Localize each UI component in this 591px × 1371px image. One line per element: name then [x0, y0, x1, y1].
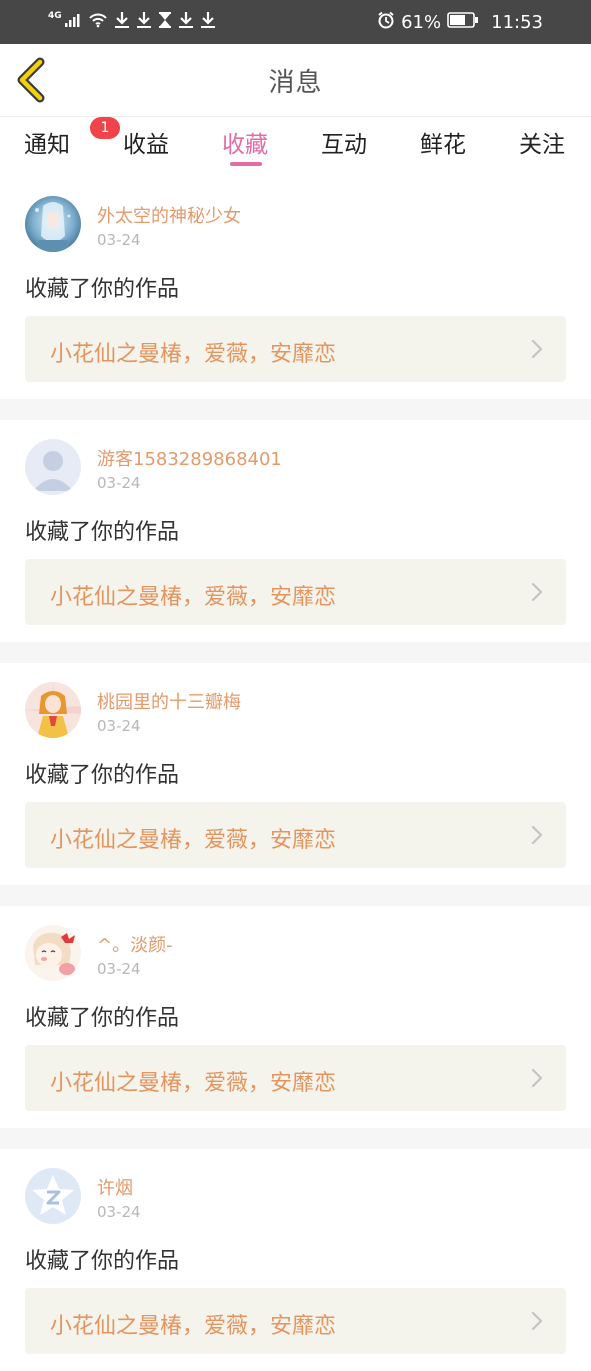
- divider: [0, 642, 591, 663]
- clock-time: 11:53: [491, 11, 543, 33]
- tab-label: 互动: [321, 132, 367, 158]
- favorites-feed: 外太空的神秘少女 03-24 收藏了你的作品 小花仙之曼椿，爱薇，安靡恋 游客1…: [0, 177, 591, 1371]
- tab-flowers[interactable]: 鲜花: [420, 125, 466, 165]
- favorite-date: 03-24: [97, 960, 141, 978]
- alarm-icon: [377, 11, 395, 34]
- tab-interactions[interactable]: 互动: [321, 125, 367, 165]
- tab-label: 关注: [519, 132, 565, 158]
- tab-label: 通知: [24, 132, 70, 158]
- work-link[interactable]: 小花仙之曼椿，爱薇，安靡恋: [25, 559, 566, 625]
- favorite-date: 03-24: [97, 474, 141, 492]
- tab-following[interactable]: 关注: [519, 125, 565, 165]
- action-text: 收藏了你的作品: [25, 763, 180, 788]
- avatar[interactable]: [25, 439, 81, 495]
- download-icon: [114, 11, 130, 33]
- work-link[interactable]: 小花仙之曼椿，爱薇，安靡恋: [25, 316, 566, 382]
- user-name[interactable]: 许烟: [97, 1174, 133, 1200]
- app-header: 消息: [0, 44, 591, 117]
- divider: [0, 1128, 591, 1149]
- work-title: 小花仙之曼椿，爱薇，安靡恋: [50, 1071, 337, 1096]
- work-title: 小花仙之曼椿，爱薇，安靡恋: [50, 585, 337, 610]
- download-icon: [200, 11, 216, 33]
- download-icon: [136, 11, 152, 33]
- status-icons-right: 61% 11:53: [377, 11, 543, 33]
- active-tab-indicator: [230, 162, 262, 166]
- page-title: 消息: [268, 68, 323, 98]
- chevron-right-icon: [530, 338, 544, 360]
- tab-label: 鲜花: [420, 132, 466, 158]
- action-text: 收藏了你的作品: [25, 277, 180, 302]
- chevron-right-icon: [530, 1067, 544, 1089]
- cell-signal-icon: [64, 12, 82, 32]
- hourglass-icon: [158, 11, 172, 33]
- avatar[interactable]: [25, 925, 81, 981]
- action-text: 收藏了你的作品: [25, 1006, 180, 1031]
- download-icon: [178, 11, 194, 33]
- work-title: 小花仙之曼椿，爱薇，安靡恋: [50, 828, 337, 853]
- action-text: 收藏了你的作品: [25, 520, 180, 545]
- action-text: 收藏了你的作品: [25, 1249, 180, 1274]
- wifi-icon: [88, 12, 108, 32]
- status-icons-left: 4G: [48, 11, 216, 33]
- chevron-right-icon: [530, 1310, 544, 1332]
- list-item: ^。淡颜- 03-24 收藏了你的作品 小花仙之曼椿，爱薇，安靡恋: [0, 906, 591, 1128]
- tab-notifications[interactable]: 通知 1: [24, 117, 120, 165]
- user-name[interactable]: 外太空的神秘少女: [97, 202, 241, 228]
- avatar[interactable]: [25, 1168, 81, 1224]
- status-bar: 4G 61% 11:53: [0, 0, 591, 44]
- favorite-date: 03-24: [97, 717, 141, 735]
- list-item: 桃园里的十三瓣梅 03-24 收藏了你的作品 小花仙之曼椿，爱薇，安靡恋: [0, 663, 591, 885]
- tab-earnings[interactable]: 收益: [123, 125, 169, 165]
- work-link[interactable]: 小花仙之曼椿，爱薇，安靡恋: [25, 802, 566, 868]
- list-item: 许烟 03-24 收藏了你的作品 小花仙之曼椿，爱薇，安靡恋: [0, 1149, 591, 1371]
- user-name[interactable]: 游客1583289868401: [97, 445, 282, 471]
- user-name[interactable]: 桃园里的十三瓣梅: [97, 688, 241, 714]
- unread-badge: 1: [90, 117, 120, 139]
- avatar[interactable]: [25, 682, 81, 738]
- battery-percent: 61%: [401, 11, 442, 33]
- list-item: 外太空的神秘少女 03-24 收藏了你的作品 小花仙之曼椿，爱薇，安靡恋: [0, 177, 591, 399]
- network-type-label: 4G: [48, 10, 62, 21]
- tab-bar: 通知 1 收益 收藏 互动 鲜花 关注: [0, 117, 591, 177]
- divider: [0, 399, 591, 420]
- divider: [0, 885, 591, 906]
- battery-icon: [447, 11, 479, 34]
- favorite-date: 03-24: [97, 1203, 141, 1221]
- tab-label: 收藏: [222, 132, 268, 158]
- tab-label: 收益: [123, 132, 169, 158]
- work-link[interactable]: 小花仙之曼椿，爱薇，安靡恋: [25, 1288, 566, 1354]
- favorite-date: 03-24: [97, 231, 141, 249]
- tab-favorites[interactable]: 收藏: [222, 125, 268, 165]
- list-item: 游客1583289868401 03-24 收藏了你的作品 小花仙之曼椿，爱薇，…: [0, 420, 591, 642]
- chevron-right-icon: [530, 581, 544, 603]
- work-link[interactable]: 小花仙之曼椿，爱薇，安靡恋: [25, 1045, 566, 1111]
- work-title: 小花仙之曼椿，爱薇，安靡恋: [50, 1314, 337, 1339]
- chevron-right-icon: [530, 824, 544, 846]
- user-name[interactable]: ^。淡颜-: [97, 931, 173, 957]
- avatar[interactable]: [25, 196, 81, 252]
- work-title: 小花仙之曼椿，爱薇，安靡恋: [50, 342, 337, 367]
